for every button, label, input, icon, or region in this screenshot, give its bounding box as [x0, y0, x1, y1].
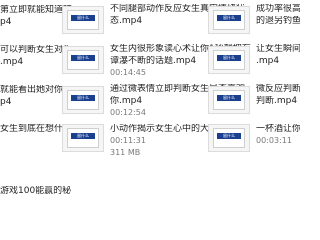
video-thumbnail[interactable]: 留什么: [208, 124, 250, 152]
file-item[interactable]: 就能看出她对你 p4: [0, 85, 64, 125]
file-name-line2: .mp4: [256, 56, 280, 66]
video-thumbnail[interactable]: 留什么: [208, 6, 250, 34]
thumbnail-label: 留什么: [223, 15, 235, 20]
file-name-line2: 判断.mp4: [256, 96, 298, 106]
thumbnail-label: 留什么: [223, 95, 235, 100]
thumbnail-label: 留什么: [77, 95, 89, 100]
file-item[interactable]: 一杯酒让你 00:03:11: [256, 124, 300, 164]
thumbnail-label: 留什么: [77, 15, 89, 20]
file-name-line1: 微反应判断: [256, 84, 300, 94]
file-duration: 00:11:31: [110, 136, 146, 145]
thumbnail-label: 留什么: [77, 133, 89, 138]
file-size: 311 MB: [110, 148, 141, 157]
file-duration: 00:03:11: [256, 136, 292, 145]
file-item[interactable]: 微反应判断 判断.mp4: [256, 84, 300, 124]
video-thumbnail[interactable]: 留什么: [62, 6, 104, 34]
file-duration: 00:12:54: [110, 108, 146, 117]
file-name-line2: .mp4: [0, 57, 24, 67]
thumbnail-label: 留什么: [223, 55, 235, 60]
file-name-line1: 成功率很高的: [256, 4, 300, 14]
file-duration: 00:14:45: [110, 68, 146, 77]
video-thumbnail[interactable]: 留什么: [208, 46, 250, 74]
file-item[interactable]: 成功率很高的 的退另钓鱼: [256, 4, 300, 44]
video-thumbnail[interactable]: 留什么: [62, 46, 104, 74]
file-name-line1: 就能看出她对你: [0, 85, 64, 95]
file-name-line2: 谭瀑不断的话题.mp4: [110, 56, 197, 66]
file-name-line1: 游戏100能赢的秘: [0, 186, 72, 196]
file-name-line1: 让女生瞬间: [256, 44, 300, 54]
file-item[interactable]: 游戏100能赢的秘: [0, 158, 71, 198]
left-column: 第立即就能知道暗 p4 可以判断女生对你 .mp4 就能看出她对你 p4 女生到…: [0, 0, 75, 200]
file-name-line1: 一杯酒让你: [256, 124, 300, 134]
file-name-line2: 你.mp4: [110, 96, 143, 106]
file-name-line2: p4: [0, 17, 12, 27]
file-item[interactable]: 可以判断女生对你 .mp4: [0, 45, 72, 85]
file-name-line2: 的退另钓鱼: [256, 16, 300, 26]
file-item[interactable]: 第立即就能知道暗 p4: [0, 5, 72, 45]
video-thumbnail[interactable]: 留什么: [62, 86, 104, 114]
thumbnail-label: 留什么: [223, 133, 235, 138]
file-name-line2: p4: [0, 97, 12, 107]
right-column: 成功率很高的 的退另钓鱼 让女生瞬间 .mp4 微反应判断 判断.mp4 一杯酒…: [256, 0, 300, 200]
video-thumbnail[interactable]: 留什么: [208, 86, 250, 114]
file-name-line2: 态.mp4: [110, 16, 143, 26]
file-item[interactable]: 让女生瞬间 .mp4: [256, 44, 300, 84]
thumbnail-label: 留什么: [77, 55, 89, 60]
video-thumbnail[interactable]: 留什么: [62, 124, 104, 152]
